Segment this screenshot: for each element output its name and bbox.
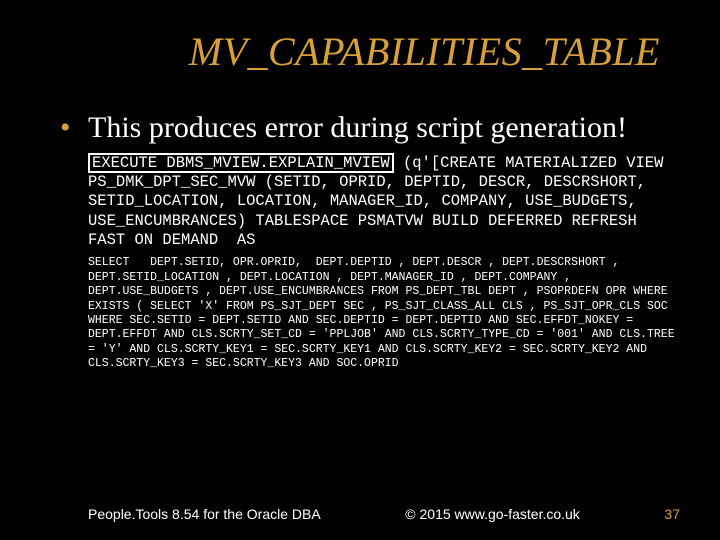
code-block-select: SELECT DEPT.SETID, OPR.OPRID, DEPT.DEPTI… xyxy=(88,256,680,371)
slide: MV_CAPABILITIES_TABLE This produces erro… xyxy=(0,0,720,540)
footer-center: © 2015 www.go-faster.co.uk xyxy=(321,506,665,522)
page-title: MV_CAPABILITIES_TABLE xyxy=(0,0,720,75)
highlighted-command: EXECUTE DBMS_MVIEW.EXPLAIN_MVIEW xyxy=(88,153,394,173)
bullet-item: This produces error during script genera… xyxy=(88,109,660,147)
code-block-main: EXECUTE DBMS_MVIEW.EXPLAIN_MVIEW (q'[CRE… xyxy=(88,153,680,251)
footer: People.Tools 8.54 for the Oracle DBA © 2… xyxy=(0,506,720,522)
bullet-list: This produces error during script genera… xyxy=(0,109,720,147)
footer-left: People.Tools 8.54 for the Oracle DBA xyxy=(88,506,321,522)
page-number: 37 xyxy=(664,506,680,522)
